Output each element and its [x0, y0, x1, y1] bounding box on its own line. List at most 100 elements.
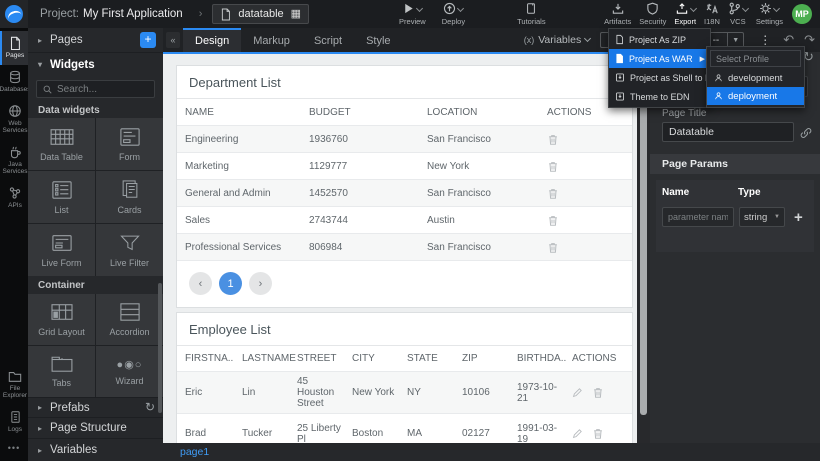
page-1-button[interactable]: 1	[219, 272, 242, 295]
tab-design[interactable]: Design	[183, 28, 241, 52]
preview-button[interactable]: Preview	[395, 0, 430, 28]
rail-item-java-services[interactable]: Java Services	[0, 140, 28, 181]
artifacts-button[interactable]: Artifacts	[600, 0, 635, 28]
chevron-down-icon[interactable]	[742, 5, 749, 12]
search-input[interactable]	[57, 84, 148, 95]
rail-item-file-explorer[interactable]: File Explorer	[0, 365, 28, 405]
add-page-button[interactable]: +	[140, 32, 156, 48]
add-param-button[interactable]: +	[794, 209, 803, 226]
bind-link-icon[interactable]	[800, 127, 812, 139]
rail-more-button[interactable]: •••	[0, 439, 28, 461]
table-row[interactable]: Sales 2743744 Austin	[177, 207, 632, 234]
table-row[interactable]: Professional Services 806984 San Francis…	[177, 234, 632, 261]
delete-icon[interactable]	[547, 133, 559, 146]
col-header[interactable]: ACTIONS	[564, 349, 632, 368]
menu-item-project-as-war[interactable]: Project As WAR ▶	[609, 49, 710, 68]
rail-item-databases[interactable]: Databases	[0, 65, 28, 99]
variables-dropdown[interactable]: (x) Variables	[524, 28, 591, 52]
tutorials-button[interactable]: Tutorials	[513, 0, 549, 28]
rail-item-logs[interactable]: Logs	[0, 405, 28, 439]
delete-icon[interactable]	[592, 427, 604, 440]
widget-tile-grid-layout[interactable]: Grid Layout	[28, 294, 95, 345]
left-panel-scrollbar[interactable]	[158, 283, 162, 413]
widget-tile-live-filter[interactable]: Live Filter	[96, 224, 163, 276]
page-title-input[interactable]	[662, 122, 794, 142]
vcs-button[interactable]: VCS	[724, 0, 752, 28]
page-structure-section-header[interactable]: ▸ Page Structure	[28, 417, 163, 438]
submenu-item-development[interactable]: development	[707, 69, 804, 87]
tab-markup[interactable]: Markup	[241, 28, 302, 52]
col-header[interactable]: FIRSTNA..	[177, 349, 234, 368]
chevron-down-icon[interactable]	[416, 5, 423, 12]
next-page-button[interactable]: ›	[249, 272, 272, 295]
delete-icon[interactable]	[547, 160, 559, 173]
security-button[interactable]: Security	[635, 0, 670, 28]
col-header[interactable]: LOCATION	[419, 103, 539, 122]
widget-tile-form[interactable]: Form	[96, 118, 163, 170]
table-row[interactable]: Brad Tucker 25 Liberty Pl Boston MA 0212…	[177, 414, 632, 443]
chevron-down-icon[interactable]	[690, 5, 697, 12]
deploy-button[interactable]: Deploy	[438, 0, 469, 28]
prev-page-button[interactable]: ‹	[189, 272, 212, 295]
rail-item-web-services[interactable]: Web Services	[0, 99, 28, 140]
chevron-down-icon[interactable]	[773, 5, 780, 12]
page-selector[interactable]: datatable ▦	[212, 4, 309, 24]
table-row[interactable]: Marketing 1129777 New York	[177, 153, 632, 180]
widget-tile-wizard[interactable]: ●◉○ Wizard	[96, 346, 163, 397]
rail-item-pages[interactable]: Pages	[0, 31, 28, 65]
col-header[interactable]: BUDGET	[301, 103, 419, 122]
employee-list-card[interactable]: Employee List FIRSTNA.. LASTNAME STREET …	[176, 312, 633, 443]
col-header[interactable]: NAME	[177, 103, 301, 122]
table-row[interactable]: Eric Lin 45 Houston Street New York NY 1…	[177, 372, 632, 414]
submenu-item-deployment[interactable]: deployment	[707, 87, 804, 105]
widget-tile-list[interactable]: List	[28, 171, 95, 223]
canvas-scrollbar-track[interactable]	[637, 52, 650, 443]
rail-spacer	[0, 215, 28, 365]
col-header[interactable]: BIRTHDA..	[509, 349, 564, 368]
col-header[interactable]: ZIP	[454, 349, 509, 368]
col-header[interactable]: STREET	[289, 349, 344, 368]
pages-section-header[interactable]: ▸ Pages +	[28, 28, 163, 52]
collapse-panel-button[interactable]: «	[166, 32, 180, 48]
edit-icon[interactable]	[572, 428, 583, 439]
widget-tile-live-form[interactable]: Live Form	[28, 224, 95, 276]
delete-icon[interactable]	[547, 241, 559, 254]
widget-tile-data-table[interactable]: Data Table	[28, 118, 95, 170]
delete-icon[interactable]	[547, 214, 559, 227]
i18n-button[interactable]: I18N	[700, 0, 724, 28]
widget-search-box[interactable]	[36, 80, 155, 98]
settings-button[interactable]: Settings	[752, 0, 787, 28]
col-header[interactable]: STATE	[399, 349, 454, 368]
widget-tile-accordion[interactable]: Accordion	[96, 294, 163, 345]
table-row[interactable]: Engineering 1936760 San Francisco	[177, 126, 632, 153]
tab-style[interactable]: Style	[354, 28, 402, 52]
grid-view-icon[interactable]: ▦	[291, 9, 301, 20]
design-canvas[interactable]: Department List NAME BUDGET LOCATION ACT…	[163, 52, 637, 443]
widgets-section-header[interactable]: ▾ Widgets	[28, 52, 163, 76]
department-list-card[interactable]: Department List NAME BUDGET LOCATION ACT…	[176, 65, 633, 308]
delete-icon[interactable]	[547, 187, 559, 200]
export-button[interactable]: Export	[670, 0, 700, 28]
edit-icon[interactable]	[572, 387, 583, 398]
variables-section-header[interactable]: ▸ Variables	[28, 438, 163, 461]
col-header[interactable]: CITY	[344, 349, 399, 368]
prefabs-section-header[interactable]: ▸ Prefabs ↻	[28, 397, 163, 417]
param-name-input[interactable]	[662, 207, 734, 227]
menu-item-theme-to-edn[interactable]: Theme to EDN	[609, 87, 710, 106]
menu-item-project-as-shell-to-edn[interactable]: Project as Shell to EDN	[609, 68, 710, 87]
delete-icon[interactable]	[592, 386, 604, 399]
refresh-prefabs-icon[interactable]: ↻	[145, 400, 155, 414]
user-avatar[interactable]: MP	[792, 4, 812, 24]
tab-script[interactable]: Script	[302, 28, 354, 52]
app-logo[interactable]	[0, 0, 28, 28]
canvas-scrollbar-thumb[interactable]	[640, 105, 647, 415]
param-type-select[interactable]: string ▼	[739, 207, 785, 227]
col-header[interactable]: LASTNAME	[234, 349, 289, 368]
widget-tile-tabs[interactable]: Tabs	[28, 346, 95, 397]
rail-item-apis[interactable]: APIs	[0, 181, 28, 215]
chevron-down-icon[interactable]	[457, 5, 464, 12]
table-row[interactable]: General and Admin 1452570 San Francisco	[177, 180, 632, 207]
widget-tile-cards[interactable]: Cards	[96, 171, 163, 223]
page-tab-page1[interactable]: page1	[180, 446, 209, 458]
menu-item-project-as-zip[interactable]: Project As ZIP	[609, 30, 710, 49]
